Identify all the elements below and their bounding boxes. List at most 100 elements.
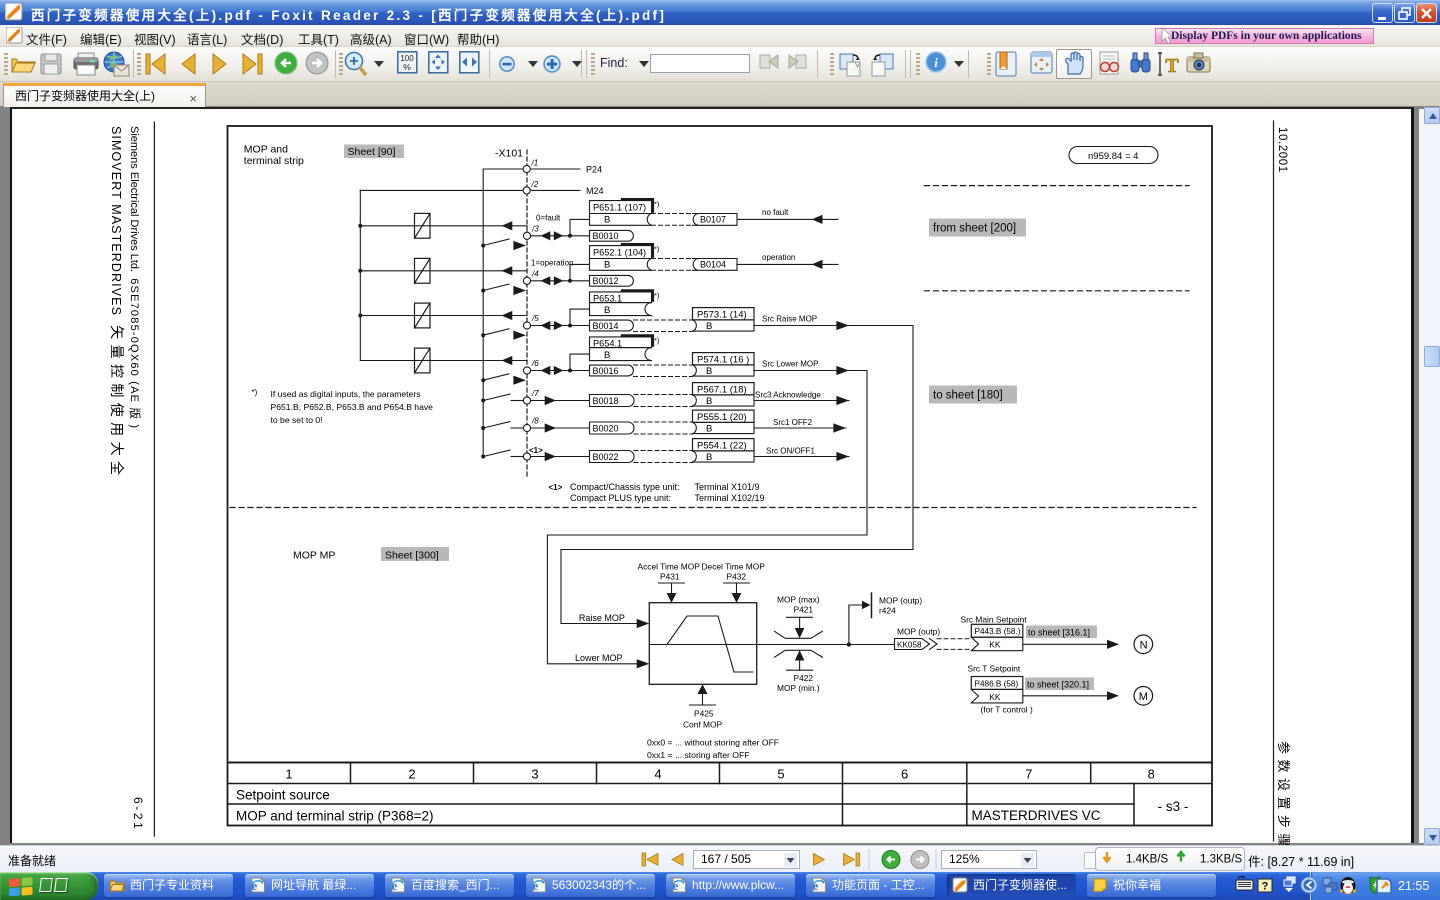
svg-text:P554.1 (22): P554.1 (22) xyxy=(697,440,747,451)
svg-text:6: 6 xyxy=(901,767,908,782)
svg-text:N: N xyxy=(1140,640,1148,652)
svg-text:*): *) xyxy=(654,291,660,300)
svg-text:MOP and terminal strip (P368=2: MOP and terminal strip (P368=2) xyxy=(236,809,433,824)
svg-text:KK: KK xyxy=(989,692,1001,702)
svg-text:r424: r424 xyxy=(879,606,896,616)
svg-text:6-21: 6-21 xyxy=(131,797,145,831)
svg-text:terminal strip: terminal strip xyxy=(244,155,304,167)
svg-text:M24: M24 xyxy=(586,186,604,196)
svg-text:Siemens Electrical Drives Ltd.: Siemens Electrical Drives Ltd. 6SE7085-0… xyxy=(128,126,142,429)
svg-text:B: B xyxy=(604,305,610,316)
svg-text:B0104: B0104 xyxy=(700,260,726,270)
svg-text:5: 5 xyxy=(777,767,784,782)
svg-text:(for T control ): (for T control ) xyxy=(981,705,1033,715)
svg-text:/8: /8 xyxy=(531,417,539,426)
svg-text:0xx1 = ... storing after OFF: 0xx1 = ... storing after OFF xyxy=(647,750,749,760)
svg-text:<1>: <1> xyxy=(549,483,563,492)
svg-text:MOP (outp): MOP (outp) xyxy=(897,627,940,637)
svg-text:2: 2 xyxy=(408,767,415,782)
svg-text:KK: KK xyxy=(989,640,1001,650)
svg-text:P425: P425 xyxy=(694,709,714,719)
svg-text:P651.1 (107): P651.1 (107) xyxy=(593,202,646,212)
svg-text:Src Raise MOP: Src Raise MOP xyxy=(762,315,817,324)
svg-text:Compact PLUS type unit:: Compact PLUS type unit: xyxy=(570,493,671,503)
svg-text:1.3KB/S: 1.3KB/S xyxy=(1200,854,1243,866)
svg-text:Sheet [300]: Sheet [300] xyxy=(385,550,439,562)
svg-text:operation: operation xyxy=(762,253,795,262)
svg-text:/1: /1 xyxy=(531,159,539,168)
svg-text:Terminal X101/9: Terminal X101/9 xyxy=(695,482,760,492)
svg-text:P651.B, P652.B, P653.B and P65: P651.B, P652.B, P653.B and P654.B have xyxy=(271,402,434,412)
svg-text:Terminal X102/19: Terminal X102/19 xyxy=(695,493,765,503)
svg-text:P486.B (58): P486.B (58) xyxy=(975,679,1019,688)
svg-text:P574.1 (16 ): P574.1 (16 ) xyxy=(697,354,749,365)
svg-text:P654.1: P654.1 xyxy=(593,339,622,349)
svg-text:B: B xyxy=(706,424,712,435)
svg-text:If used as digital inputs, the: If used as digital inputs, the parameter… xyxy=(271,389,421,399)
svg-text:0=fault: 0=fault xyxy=(536,214,561,223)
svg-text:Conf MOP: Conf MOP xyxy=(683,720,723,730)
svg-text:*): *) xyxy=(654,200,660,209)
svg-text:no fault: no fault xyxy=(762,208,789,217)
svg-text:参数设置步骤: 参数设置步骤 xyxy=(1276,741,1291,845)
svg-text:P555.1 (20): P555.1 (20) xyxy=(697,412,747,423)
svg-text:/4: /4 xyxy=(531,270,539,279)
svg-text:B: B xyxy=(706,321,712,332)
svg-text:P443.B (58.): P443.B (58.) xyxy=(975,627,1021,636)
svg-text:1.4KB/S: 1.4KB/S xyxy=(1126,854,1169,866)
svg-text:B0014: B0014 xyxy=(593,321,619,331)
svg-text:P421: P421 xyxy=(794,605,814,615)
svg-text:*): *) xyxy=(252,388,258,397)
svg-text:M: M xyxy=(1139,691,1148,703)
svg-text:Src Main Setpoint: Src Main Setpoint xyxy=(961,615,1028,625)
svg-text:to sheet [320.1]: to sheet [320.1] xyxy=(1027,679,1089,689)
svg-text:B: B xyxy=(706,366,712,377)
svg-text:to sheet [316.1]: to sheet [316.1] xyxy=(1028,627,1090,637)
svg-text:/6: /6 xyxy=(531,359,539,368)
svg-text:-X101: -X101 xyxy=(495,148,523,160)
svg-text:KK058: KK058 xyxy=(897,641,922,650)
svg-text:B0012: B0012 xyxy=(593,276,619,286)
svg-text:P652.1 (104): P652.1 (104) xyxy=(593,247,646,257)
svg-text:1: 1 xyxy=(285,767,292,782)
svg-text:3: 3 xyxy=(531,767,538,782)
svg-text:P567.1 (18): P567.1 (18) xyxy=(697,384,747,395)
svg-text:MOP and: MOP and xyxy=(244,144,288,156)
svg-text:Accel Time MOP: Accel Time MOP xyxy=(638,562,701,572)
svg-text:- s3 -: - s3 - xyxy=(1158,799,1189,814)
svg-text:7: 7 xyxy=(1025,767,1032,782)
svg-text:/5: /5 xyxy=(531,314,539,323)
svg-text:*): *) xyxy=(654,245,660,254)
svg-text:MASTERDRIVES VC: MASTERDRIVES VC xyxy=(972,808,1101,823)
svg-text:8: 8 xyxy=(1148,767,1155,782)
svg-text:Compact/Chassis type unit:: Compact/Chassis type unit: xyxy=(570,482,680,492)
svg-text:i: i xyxy=(934,55,938,70)
svg-text:4: 4 xyxy=(654,767,661,782)
svg-text:P431: P431 xyxy=(660,572,680,582)
svg-text:Src ON/OFF1: Src ON/OFF1 xyxy=(766,447,815,456)
svg-text:to sheet [180]: to sheet [180] xyxy=(933,390,1003,402)
svg-text:B: B xyxy=(604,350,610,361)
svg-text:*): *) xyxy=(654,336,660,345)
svg-text:<1>: <1> xyxy=(529,446,543,455)
svg-text:Src1 OFF2: Src1 OFF2 xyxy=(773,418,813,427)
svg-text:B0107: B0107 xyxy=(700,215,726,225)
svg-text:from sheet [200]: from sheet [200] xyxy=(933,223,1016,235)
svg-text:MOP (max): MOP (max) xyxy=(777,595,820,605)
svg-text:Setpoint source: Setpoint source xyxy=(236,788,330,803)
svg-text:%: % xyxy=(403,62,411,72)
svg-text:Src3 Acknowledge: Src3 Acknowledge xyxy=(755,391,821,400)
svg-text:Src T Setpoint: Src T Setpoint xyxy=(968,664,1021,674)
svg-text:0xx0 = ... without storing af: 0xx0 = ... without storing after OFF xyxy=(647,738,779,748)
svg-text:B0010: B0010 xyxy=(593,231,619,241)
svg-text:T: T xyxy=(1165,55,1179,77)
svg-text:MOP MP: MOP MP xyxy=(293,550,335,562)
svg-text:P24: P24 xyxy=(586,164,602,174)
svg-text:Src Lower MOP: Src Lower MOP xyxy=(762,360,818,369)
svg-text:P653.1: P653.1 xyxy=(593,294,622,304)
svg-text:B: B xyxy=(604,215,610,226)
svg-text:n959.84 = 4: n959.84 = 4 xyxy=(1088,151,1138,162)
svg-text:SIMOVERT MASTERDRIVES 矢量控制使用大: SIMOVERT MASTERDRIVES 矢量控制使用大全 xyxy=(109,126,125,480)
svg-text:P432: P432 xyxy=(727,572,747,582)
svg-text:P573.1 (14): P573.1 (14) xyxy=(697,309,747,320)
